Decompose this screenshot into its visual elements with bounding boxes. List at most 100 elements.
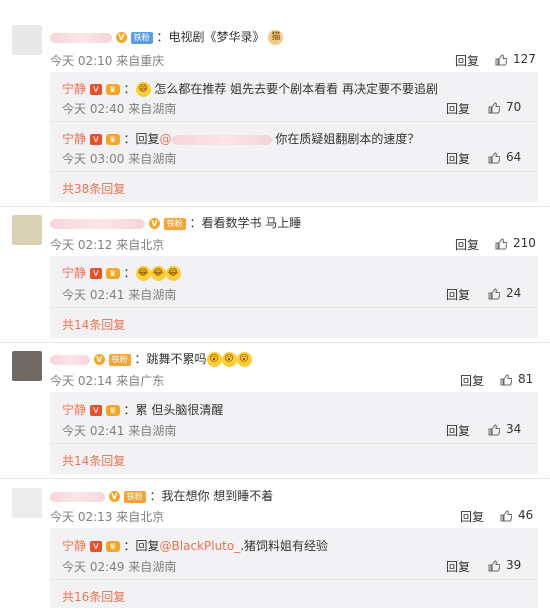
comment-text: ：我在想你 想到睡不着 <box>149 489 274 503</box>
reply-prefix: 回复 <box>135 539 160 553</box>
view-more-replies-link[interactable]: 共14条回复 <box>62 452 125 469</box>
reply-meta: 今天 02:41 来自湖南 <box>62 424 177 438</box>
comment-meta: 今天 02:13 来自北京 <box>50 510 165 524</box>
like-count: 210 <box>513 236 536 250</box>
colon: ： <box>123 403 136 417</box>
reply-button[interactable]: 回复 <box>446 422 470 439</box>
crying-emoji-icon: 😂 <box>135 266 151 281</box>
surprised-emoji-icon: 😮 <box>206 352 222 367</box>
reply-username[interactable]: 宁静 <box>62 82 86 96</box>
comment-meta: 今天 02:14 来自广东 <box>50 374 165 388</box>
comment-meta: 今天 02:10 来自重庆 <box>50 54 165 68</box>
crown-icon: ♛ <box>105 541 120 552</box>
comment-text: ：电视剧《梦华录》 <box>156 30 265 44</box>
surprised-emoji-icon: 😮 <box>236 352 252 367</box>
colon: ： <box>123 82 136 96</box>
surprised-emoji-icon: 😮 <box>221 352 237 367</box>
verified-badge: V <box>115 32 127 43</box>
view-more-replies-link[interactable]: 共14条回复 <box>62 316 125 333</box>
like-count: 24 <box>506 286 522 300</box>
reply-username[interactable]: 宁静 <box>62 403 86 417</box>
vip-badge: V <box>89 84 102 95</box>
reply-text: 怎么都在推荐 姐先去要个剧本看看 再决定要不要追剧 <box>154 82 438 96</box>
fan-badge: 铁粉 <box>108 353 131 366</box>
avatar[interactable] <box>12 488 42 518</box>
reply-button[interactable]: 回复 <box>455 52 479 69</box>
reply-header: 宁静 V ♛ ： 😄 怎么都在推荐 姐先去要个剧本看看 再决定要不要追剧 <box>62 80 438 97</box>
reply-button[interactable]: 回复 <box>446 100 470 117</box>
thumbs-up-icon <box>488 151 500 163</box>
crying-emoji-icon: 😂 <box>150 266 166 281</box>
thumbs-up-icon <box>495 53 507 65</box>
vip-badge: V <box>89 541 102 552</box>
avatar[interactable] <box>12 25 42 55</box>
fan-badge: 铁粉 <box>130 31 153 44</box>
reply-header: 宁静 V ♛ ：回复@BlackPluto_.猪饲料姐有经验 <box>62 537 328 554</box>
like-button[interactable]: 127 <box>495 52 536 66</box>
thumbs-up-icon <box>488 423 500 435</box>
like-count: 81 <box>518 372 534 386</box>
blurred-username[interactable] <box>50 354 90 365</box>
reply-meta: 今天 02:40 来自湖南 <box>62 102 177 116</box>
colon: ： <box>123 266 136 280</box>
divider <box>0 478 550 479</box>
blurred-username[interactable] <box>50 218 145 229</box>
like-count: 64 <box>506 150 522 164</box>
mention-at[interactable]: @ <box>160 132 172 146</box>
reply-text: 你在质疑姐翻剧本的速度？ <box>275 132 420 146</box>
reply-text: .猪饲料姐有经验 <box>240 539 329 553</box>
comment-header: V 铁粉 ：我在想你 想到睡不着 <box>50 487 273 504</box>
reply-button[interactable]: 回复 <box>446 150 470 167</box>
blurred-username[interactable] <box>50 491 105 502</box>
divider <box>50 171 538 172</box>
mention-at[interactable]: @ <box>160 539 172 553</box>
view-more-replies-link[interactable]: 共16条回复 <box>62 588 125 605</box>
reply-button[interactable]: 回复 <box>460 372 484 389</box>
reply-header: 宁静 V ♛ ：累 但头脑很清醒 <box>62 401 223 418</box>
laughing-emoji-icon: 😄 <box>135 82 151 97</box>
reply-button[interactable]: 回复 <box>446 558 470 575</box>
like-button[interactable]: 210 <box>495 236 536 250</box>
vip-badge: V <box>89 268 102 279</box>
thumbs-up-icon <box>488 559 500 571</box>
reply-header: 宁静 V ♛ ：回复@ 你在质疑姐翻剧本的速度？ <box>62 130 419 147</box>
like-button[interactable]: 64 <box>488 150 521 164</box>
divider <box>50 121 538 122</box>
reply-meta: 今天 02:41 来自湖南 <box>62 288 177 302</box>
blurred-mention[interactable] <box>171 134 272 145</box>
vip-badge: V <box>89 134 102 145</box>
reply-username[interactable]: 宁静 <box>62 266 86 280</box>
reply-meta: 今天 02:49 来自湖南 <box>62 560 177 574</box>
like-count: 34 <box>506 422 522 436</box>
like-button[interactable]: 24 <box>488 286 521 300</box>
colon: ： <box>123 132 136 146</box>
crown-icon: ♛ <box>105 134 120 145</box>
reply-username[interactable]: 宁静 <box>62 132 86 146</box>
fan-badge: 铁粉 <box>163 217 186 230</box>
view-more-replies-link[interactable]: 共38条回复 <box>62 180 125 197</box>
like-button[interactable]: 81 <box>500 372 533 386</box>
crown-icon: ♛ <box>105 405 120 416</box>
comment-meta: 今天 02:12 来自北京 <box>50 238 165 252</box>
avatar[interactable] <box>12 215 42 245</box>
reply-button[interactable]: 回复 <box>455 236 479 253</box>
like-button[interactable]: 34 <box>488 422 521 436</box>
comment-header: V 铁粉 ：跳舞不累吗 😮 😮 😮 <box>50 350 252 367</box>
divider <box>50 443 538 444</box>
fan-badge: 铁粉 <box>123 490 146 503</box>
mention-link[interactable]: BlackPluto_ <box>172 539 241 553</box>
avatar[interactable] <box>12 351 42 381</box>
reply-prefix: 回复 <box>135 132 160 146</box>
like-button[interactable]: 70 <box>488 100 521 114</box>
reply-button[interactable]: 回复 <box>446 286 470 303</box>
like-button[interactable]: 39 <box>488 558 521 572</box>
like-count: 70 <box>506 100 522 114</box>
divider <box>50 307 538 308</box>
like-button[interactable]: 46 <box>500 508 533 522</box>
thumbs-up-icon <box>500 509 512 521</box>
reply-meta: 今天 03:00 来自湖南 <box>62 152 177 166</box>
blurred-username[interactable] <box>50 32 112 43</box>
reply-username[interactable]: 宁静 <box>62 539 86 553</box>
divider <box>0 206 550 207</box>
reply-button[interactable]: 回复 <box>460 508 484 525</box>
